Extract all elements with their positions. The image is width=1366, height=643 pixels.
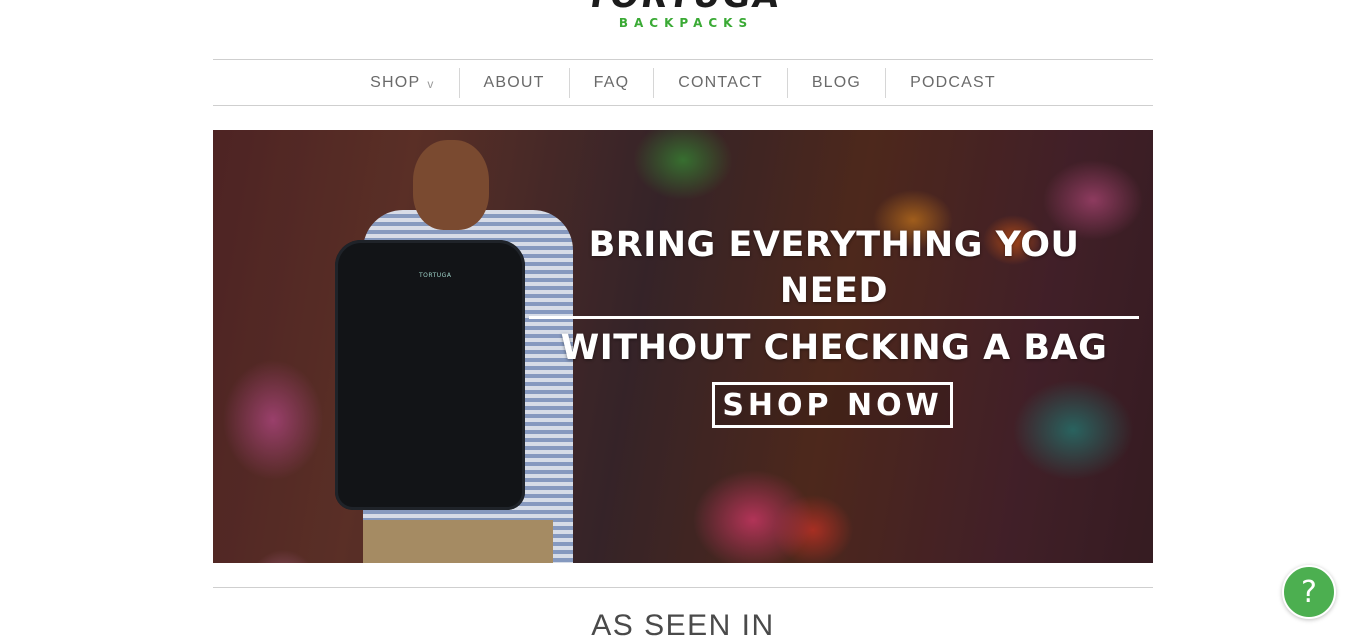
nav-item-blog[interactable]: BLOG [786,67,885,98]
nav-item-about[interactable]: ABOUT [458,67,569,98]
nav-item-label: BLOG [811,73,862,91]
traveler-pants [363,520,553,563]
nav-item-label: ABOUT [483,73,545,91]
site-logo[interactable]: TORTUGA BACKPACKS [0,0,1366,30]
nav-item-label: FAQ [593,73,630,91]
backpack-image: TORTUGA [335,240,525,510]
question-mark-icon: ? [1301,574,1317,610]
page: TORTUGA BACKPACKS SHOP v ABOUT FAQ CONTA… [0,0,1366,643]
hero-headline: BRING EVERYTHING YOU NEED WITHOUT CHECKI… [529,222,1139,371]
logo-subtitle: BACKPACKS [618,16,754,30]
nav-item-shop[interactable]: SHOP v [346,68,458,98]
traveler-head [413,140,489,230]
shop-now-button[interactable]: SHOP NOW [712,382,953,428]
nav-item-label: SHOP [370,73,421,91]
nav-item-faq[interactable]: FAQ [568,67,654,98]
nav-item-label: CONTACT [678,73,763,91]
main-nav: SHOP v ABOUT FAQ CONTACT BLOG PODCAST [213,59,1153,106]
hero-divider [529,316,1139,319]
hero-headline-line1: BRING EVERYTHING YOU NEED [588,225,1080,311]
chevron-down-icon: v [427,77,435,91]
as-seen-in-heading: AS SEEN IN [591,609,775,642]
logo-wordmark: TORTUGA [0,0,1366,16]
nav-item-contact[interactable]: CONTACT [653,67,787,98]
backpack-brand-label: TORTUGA [419,272,452,279]
hero-banner[interactable]: TORTUGA BRING EVERYTHING YOU NEED WITHOU… [213,130,1153,563]
nav-item-podcast[interactable]: PODCAST [885,67,1020,98]
help-button[interactable]: ? [1282,565,1336,619]
section-divider [213,587,1153,588]
hero-headline-line2: WITHOUT CHECKING A BAG [560,328,1108,368]
nav-item-label: PODCAST [910,73,996,91]
